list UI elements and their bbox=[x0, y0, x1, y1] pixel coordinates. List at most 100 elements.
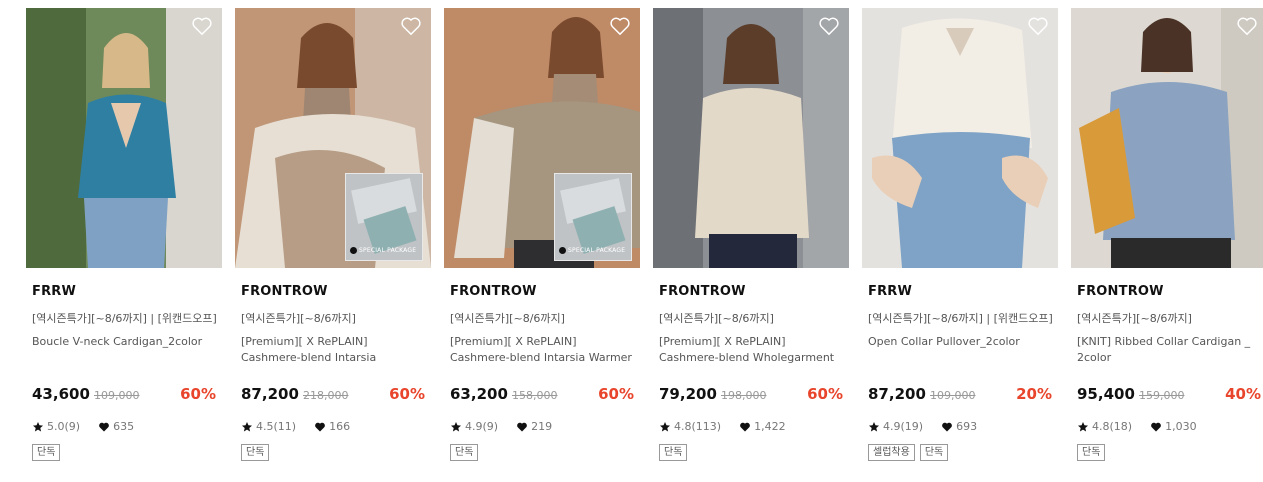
product-image[interactable]: SPECIAL PACKAGE bbox=[235, 8, 431, 268]
exclusive-tag: 단독 bbox=[659, 444, 688, 461]
package-label: SPECIAL PACKAGE bbox=[568, 247, 626, 254]
product-name[interactable]: [KNIT] Ribbed Collar Cardigan _ 2color bbox=[1077, 334, 1263, 366]
brand-name[interactable]: FRONTROW bbox=[241, 284, 328, 299]
sale-price: 63,200 bbox=[450, 385, 508, 403]
product-card[interactable]: FRONTROW [역시즌특가][~8/6까지] [Premium][ X Re… bbox=[653, 8, 849, 478]
product-card[interactable]: SPECIAL PACKAGE FRONTROW [역시즌특가][~8/6까지]… bbox=[444, 8, 640, 478]
product-stats: 5.0(9) 635 bbox=[32, 420, 134, 433]
sale-price: 95,400 bbox=[1077, 385, 1135, 403]
star-icon bbox=[1078, 421, 1088, 431]
likes-count: 166 bbox=[329, 420, 351, 433]
discount-rate: 20% bbox=[1016, 385, 1052, 403]
discount-rate: 60% bbox=[598, 385, 634, 403]
heart-filled-icon bbox=[1151, 422, 1161, 431]
product-photo bbox=[862, 8, 1058, 268]
rating-text: 4.8(113) bbox=[674, 420, 722, 433]
celeb-tag: 셀럽착용 bbox=[868, 444, 915, 461]
discount-rate: 40% bbox=[1225, 385, 1261, 403]
product-stats: 4.9(9) 219 bbox=[450, 420, 552, 433]
product-image[interactable] bbox=[653, 8, 849, 268]
original-price: 109,000 bbox=[930, 389, 976, 402]
rating-text: 5.0(9) bbox=[47, 420, 81, 433]
star-icon bbox=[451, 421, 461, 431]
brand-name[interactable]: FRONTROW bbox=[659, 284, 746, 299]
product-image[interactable]: SPECIAL PACKAGE bbox=[444, 8, 640, 268]
heart-filled-icon bbox=[942, 422, 952, 431]
tag-list: 단독 bbox=[32, 444, 61, 461]
product-stats: 4.5(11) 166 bbox=[241, 420, 350, 433]
wishlist-heart-icon[interactable] bbox=[818, 16, 840, 36]
product-name[interactable]: [Premium][ X RePLAIN] Cashmere-blend Int… bbox=[450, 334, 638, 366]
tag-list: 셀럽착용 단독 bbox=[868, 444, 949, 461]
wishlist-heart-icon[interactable] bbox=[1236, 16, 1258, 36]
exclusive-tag: 단독 bbox=[919, 444, 949, 461]
discount-rate: 60% bbox=[180, 385, 216, 403]
wishlist-heart-icon[interactable] bbox=[609, 16, 631, 36]
likes-count: 693 bbox=[956, 420, 978, 433]
original-price: 198,000 bbox=[721, 389, 767, 402]
product-card[interactable]: FRRW [역시즌특가][~8/6까지] | [위캔드오프] Open Coll… bbox=[862, 8, 1058, 478]
original-price: 218,000 bbox=[303, 389, 349, 402]
discount-rate: 60% bbox=[389, 385, 425, 403]
product-image[interactable] bbox=[26, 8, 222, 268]
sale-price: 79,200 bbox=[659, 385, 717, 403]
product-stats: 4.8(18) 1,030 bbox=[1077, 420, 1197, 433]
tag-list: 단독 bbox=[659, 444, 688, 461]
promo-text: [역시즌특가][~8/6까지] | [위캔드오프] bbox=[868, 312, 1053, 325]
discount-rate: 60% bbox=[807, 385, 843, 403]
tag-list: 단독 bbox=[241, 444, 270, 461]
heart-filled-icon bbox=[99, 422, 109, 431]
brand-name[interactable]: FRONTROW bbox=[450, 284, 537, 299]
exclusive-tag: 단독 bbox=[1077, 444, 1106, 461]
rating-text: 4.5(11) bbox=[256, 420, 297, 433]
heart-filled-icon bbox=[517, 422, 527, 431]
promo-text: [역시즌특가][~8/6까지] | [위캔드오프] bbox=[32, 312, 217, 325]
package-label: SPECIAL PACKAGE bbox=[359, 247, 417, 254]
product-card[interactable]: SPECIAL PACKAGE FRONTROW [역시즌특가][~8/6까지]… bbox=[235, 8, 431, 478]
plus-icon bbox=[559, 247, 566, 254]
sale-price: 87,200 bbox=[241, 385, 299, 403]
product-photo bbox=[1071, 8, 1263, 268]
sale-price: 43,600 bbox=[32, 385, 90, 403]
product-name[interactable]: Open Collar Pullover_2color bbox=[868, 334, 1056, 350]
product-stats: 4.9(19) 693 bbox=[868, 420, 977, 433]
exclusive-tag: 단독 bbox=[32, 444, 61, 461]
rating-text: 4.9(9) bbox=[465, 420, 499, 433]
promo-text: [역시즌특가][~8/6까지] bbox=[659, 312, 774, 325]
product-card[interactable]: FRONTROW [역시즌특가][~8/6까지] [KNIT] Ribbed C… bbox=[1071, 8, 1263, 478]
original-price: 159,000 bbox=[1139, 389, 1185, 402]
likes-count: 1,422 bbox=[754, 420, 786, 433]
likes-count: 219 bbox=[531, 420, 553, 433]
wishlist-heart-icon[interactable] bbox=[191, 16, 213, 36]
product-name[interactable]: Boucle V-neck Cardigan_2color bbox=[32, 334, 220, 350]
promo-text: [역시즌특가][~8/6까지] bbox=[1077, 312, 1192, 325]
brand-name[interactable]: FRRW bbox=[32, 284, 76, 299]
promo-text: [역시즌특가][~8/6까지] bbox=[450, 312, 565, 325]
rating-text: 4.8(18) bbox=[1092, 420, 1133, 433]
product-image[interactable] bbox=[862, 8, 1058, 268]
star-icon bbox=[33, 421, 43, 431]
special-package-badge: SPECIAL PACKAGE bbox=[554, 173, 632, 261]
plus-icon bbox=[350, 247, 357, 254]
heart-filled-icon bbox=[315, 422, 325, 431]
product-stats: 4.8(113) 1,422 bbox=[659, 420, 786, 433]
wishlist-heart-icon[interactable] bbox=[1027, 16, 1049, 36]
product-photo bbox=[653, 8, 849, 268]
brand-name[interactable]: FRRW bbox=[868, 284, 912, 299]
tag-list: 단독 bbox=[1077, 444, 1106, 461]
tag-list: 단독 bbox=[450, 444, 479, 461]
star-icon bbox=[242, 421, 252, 431]
product-name[interactable]: [Premium][ X RePLAIN] Cashmere-blend Int… bbox=[241, 334, 429, 366]
product-card[interactable]: FRRW [역시즌특가][~8/6까지] | [위캔드오프] Boucle V-… bbox=[26, 8, 222, 478]
special-package-badge: SPECIAL PACKAGE bbox=[345, 173, 423, 261]
likes-count: 1,030 bbox=[1165, 420, 1197, 433]
brand-name[interactable]: FRONTROW bbox=[1077, 284, 1164, 299]
sale-price: 87,200 bbox=[868, 385, 926, 403]
heart-filled-icon bbox=[740, 422, 750, 431]
star-icon bbox=[660, 421, 670, 431]
likes-count: 635 bbox=[113, 420, 135, 433]
wishlist-heart-icon[interactable] bbox=[400, 16, 422, 36]
exclusive-tag: 단독 bbox=[450, 444, 479, 461]
product-name[interactable]: [Premium][ X RePLAIN] Cashmere-blend Who… bbox=[659, 334, 847, 366]
product-image[interactable] bbox=[1071, 8, 1263, 268]
